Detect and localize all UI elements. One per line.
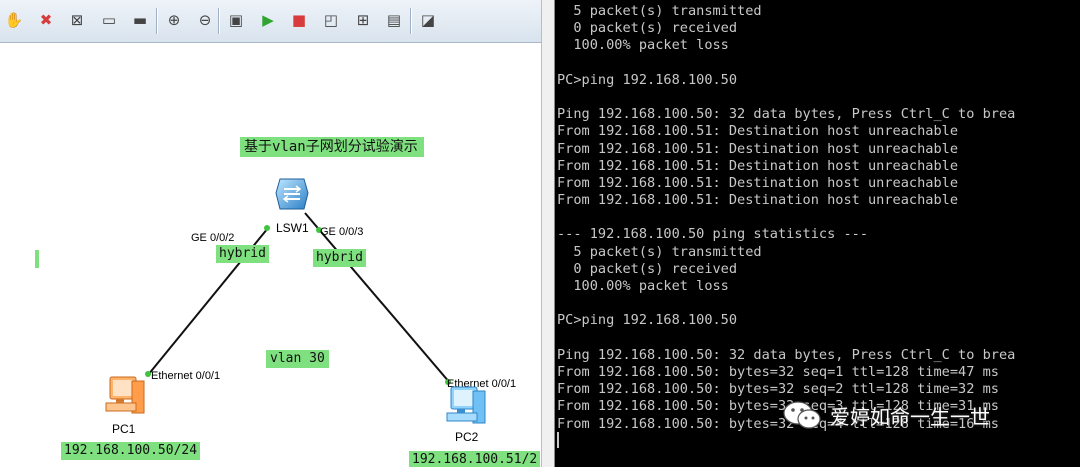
pc2-name: PC2 — [455, 430, 479, 444]
zoom-out-icon[interactable]: ⊖ — [194, 9, 216, 31]
vlan-label: vlan 30 — [266, 350, 329, 368]
console-line: PC>ping 192.168.100.50 — [557, 312, 738, 329]
console-line: From 192.168.100.51: Destination host un… — [557, 123, 959, 140]
console-line: From 192.168.100.51: Destination host un… — [557, 174, 959, 191]
pc-icon — [105, 376, 145, 414]
switch-icon — [275, 178, 309, 210]
palette-icon[interactable]: ▣ — [225, 9, 247, 31]
cli-icon[interactable]: ◪ — [417, 9, 439, 31]
console-line: PC>ping 192.168.100.50 — [557, 71, 738, 88]
console-line: From 192.168.100.51: Destination host un… — [557, 140, 959, 157]
console-line: 0 packet(s) received — [557, 260, 738, 277]
console-line: 100.00% packet loss — [557, 278, 729, 294]
text-note-icon[interactable]: ▭ — [98, 9, 120, 31]
console-cursor — [557, 432, 559, 448]
port-label-sw-right: GE 0/0/3 — [320, 226, 364, 238]
console-line: Ping 192.168.100.50: 32 data bytes, Pres… — [557, 346, 1016, 363]
delete-all-icon[interactable]: ⊠ — [66, 9, 88, 31]
console-line: 0 packet(s) received — [557, 20, 738, 37]
pc2-device[interactable] — [443, 383, 489, 429]
port-dot-sw-left — [264, 225, 270, 231]
grid-icon[interactable]: ▤ — [383, 9, 405, 31]
pc-icon — [446, 386, 486, 424]
topology-icon[interactable]: ⊞ — [352, 9, 374, 31]
pane-splitter[interactable] — [541, 0, 555, 467]
topology-title: 基于vlan子网划分试验演示 — [240, 137, 424, 157]
console-line: From 192.168.100.50: bytes=32 seq=1 ttl=… — [557, 363, 999, 380]
textbox-icon[interactable]: ▬ — [129, 9, 151, 31]
port-label-sw-left: GE 0/0/2 — [191, 232, 235, 244]
console-line: 5 packet(s) transmitted — [557, 3, 762, 19]
console-line: --- 192.168.100.50 ping statistics --- — [557, 226, 868, 243]
pc1-device[interactable] — [102, 373, 148, 419]
port-label-pc1: Ethernet 0/0/1 — [151, 370, 221, 382]
stop-device-icon[interactable]: ■ — [288, 9, 310, 31]
toolbar-separator — [156, 8, 158, 34]
link-mode-left: hybrid — [216, 245, 269, 263]
pc1-name: PC1 — [112, 422, 136, 436]
topology-window: ✋ ✖ ⊠ ▭ ▬ ⊕ ⊖ ▣ ▶ ■ ◰ ⊞ ▤ ◪ 基于vlan子网划分试验演示 LSW1 — [0, 0, 541, 467]
delete-icon[interactable]: ✖ — [35, 9, 57, 31]
pc2-ip: 192.168.100.51/2 — [409, 451, 541, 467]
watermark-text: 爱婷如命一生一世 — [830, 404, 990, 429]
hand-pan-icon[interactable]: ✋ — [3, 9, 25, 31]
console-line: From 192.168.100.51: Destination host un… — [557, 192, 959, 209]
toolbar: ✋ ✖ ⊠ ▭ ▬ ⊕ ⊖ ▣ ▶ ■ ◰ ⊞ ▤ ◪ — [0, 0, 541, 43]
topology-canvas[interactable]: 基于vlan子网划分试验演示 LSW1 GE 0/0/2 GE 0/0/3 Et… — [0, 43, 541, 467]
console-line: 5 packet(s) transmitted — [557, 243, 762, 260]
watermark: 爱婷如命一生一世 — [782, 398, 990, 432]
pc1-ip: 192.168.100.50/24 — [61, 442, 201, 460]
zoom-in-icon[interactable]: ⊕ — [163, 9, 185, 31]
start-device-icon[interactable]: ▶ — [257, 9, 279, 31]
switch-lsw1[interactable] — [274, 177, 310, 211]
link-mode-right: hybrid — [313, 249, 366, 267]
capture-icon[interactable]: ◰ — [320, 9, 342, 31]
console-output: 5 packet(s) transmitted 0 packet(s) rece… — [557, 3, 1080, 433]
pc-console[interactable]: 5 packet(s) transmitted 0 packet(s) rece… — [555, 0, 1080, 467]
console-line: 100.00% packet loss — [557, 37, 729, 54]
toolbar-separator — [410, 8, 412, 34]
selection-marker — [35, 250, 39, 268]
toolbar-separator — [218, 8, 220, 34]
switch-name: LSW1 — [276, 221, 309, 235]
console-line: From 192.168.100.50: bytes=32 seq=2 ttl=… — [557, 381, 999, 398]
console-line: From 192.168.100.51: Destination host un… — [557, 157, 959, 174]
console-line: Ping 192.168.100.50: 32 data bytes, Pres… — [557, 106, 1016, 123]
wechat-icon — [783, 401, 821, 429]
